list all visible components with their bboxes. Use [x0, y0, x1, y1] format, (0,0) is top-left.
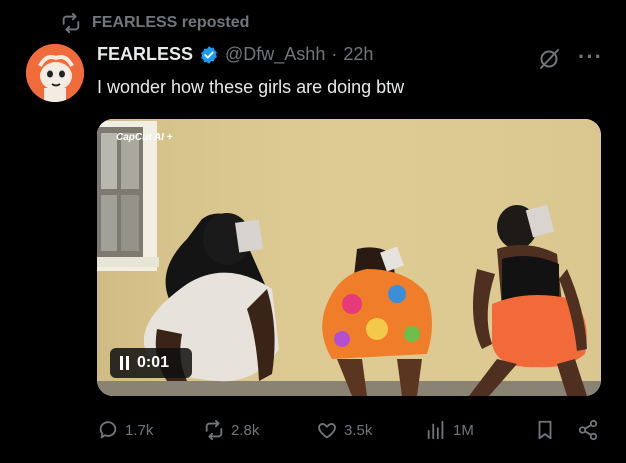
bookmark-button[interactable]: [534, 418, 556, 442]
more-options-icon[interactable]: ···: [578, 46, 603, 68]
pause-icon[interactable]: [120, 356, 129, 370]
avatar[interactable]: [26, 44, 84, 102]
repost-icon: [62, 12, 80, 34]
reply-icon: [99, 421, 117, 439]
action-bar: 1.7k 2.8k 3.5k 1M: [0, 418, 626, 442]
tweet-header: FEARLESS @Dfw_Ashh · 22h: [97, 44, 373, 65]
header-separator: ·: [331, 44, 338, 64]
playback-control[interactable]: 0:01: [110, 348, 192, 378]
heart-icon: [318, 423, 336, 439]
bookmark-icon: [538, 420, 552, 440]
repost-count: 2.8k: [231, 421, 260, 439]
tweet-card[interactable]: FEARLESS reposted FEARLESS @Dfw_Ashh · 2…: [0, 0, 626, 463]
video-watermark: CapCut AI +: [116, 132, 173, 143]
verified-badge-icon: [201, 45, 217, 64]
post-time[interactable]: 22h: [343, 44, 373, 65]
repost-indicator[interactable]: FEARLESS reposted: [60, 12, 249, 34]
author-name[interactable]: FEARLESS: [97, 44, 193, 65]
views-button[interactable]: 1M: [425, 418, 474, 442]
author-handle[interactable]: @Dfw_Ashh: [225, 44, 325, 65]
repost-icon: [205, 419, 223, 441]
repost-label: FEARLESS reposted: [92, 14, 250, 31]
view-count: 1M: [453, 421, 474, 439]
reply-button[interactable]: 1.7k: [97, 418, 153, 442]
share-button[interactable]: [577, 418, 599, 442]
post-text: I wonder how these girls are doing btw: [97, 77, 405, 97]
grok-icon[interactable]: [537, 47, 561, 71]
like-button[interactable]: 3.5k: [316, 418, 372, 442]
video-timestamp: 0:01: [137, 354, 170, 371]
video-player[interactable]: CapCut AI + 0:01: [97, 119, 601, 396]
share-icon: [578, 419, 598, 441]
repost-button[interactable]: 2.8k: [203, 418, 259, 442]
like-count: 3.5k: [344, 421, 373, 439]
reply-count: 1.7k: [125, 421, 154, 439]
views-chart-icon: [427, 420, 444, 440]
avatar-image: [26, 44, 84, 102]
